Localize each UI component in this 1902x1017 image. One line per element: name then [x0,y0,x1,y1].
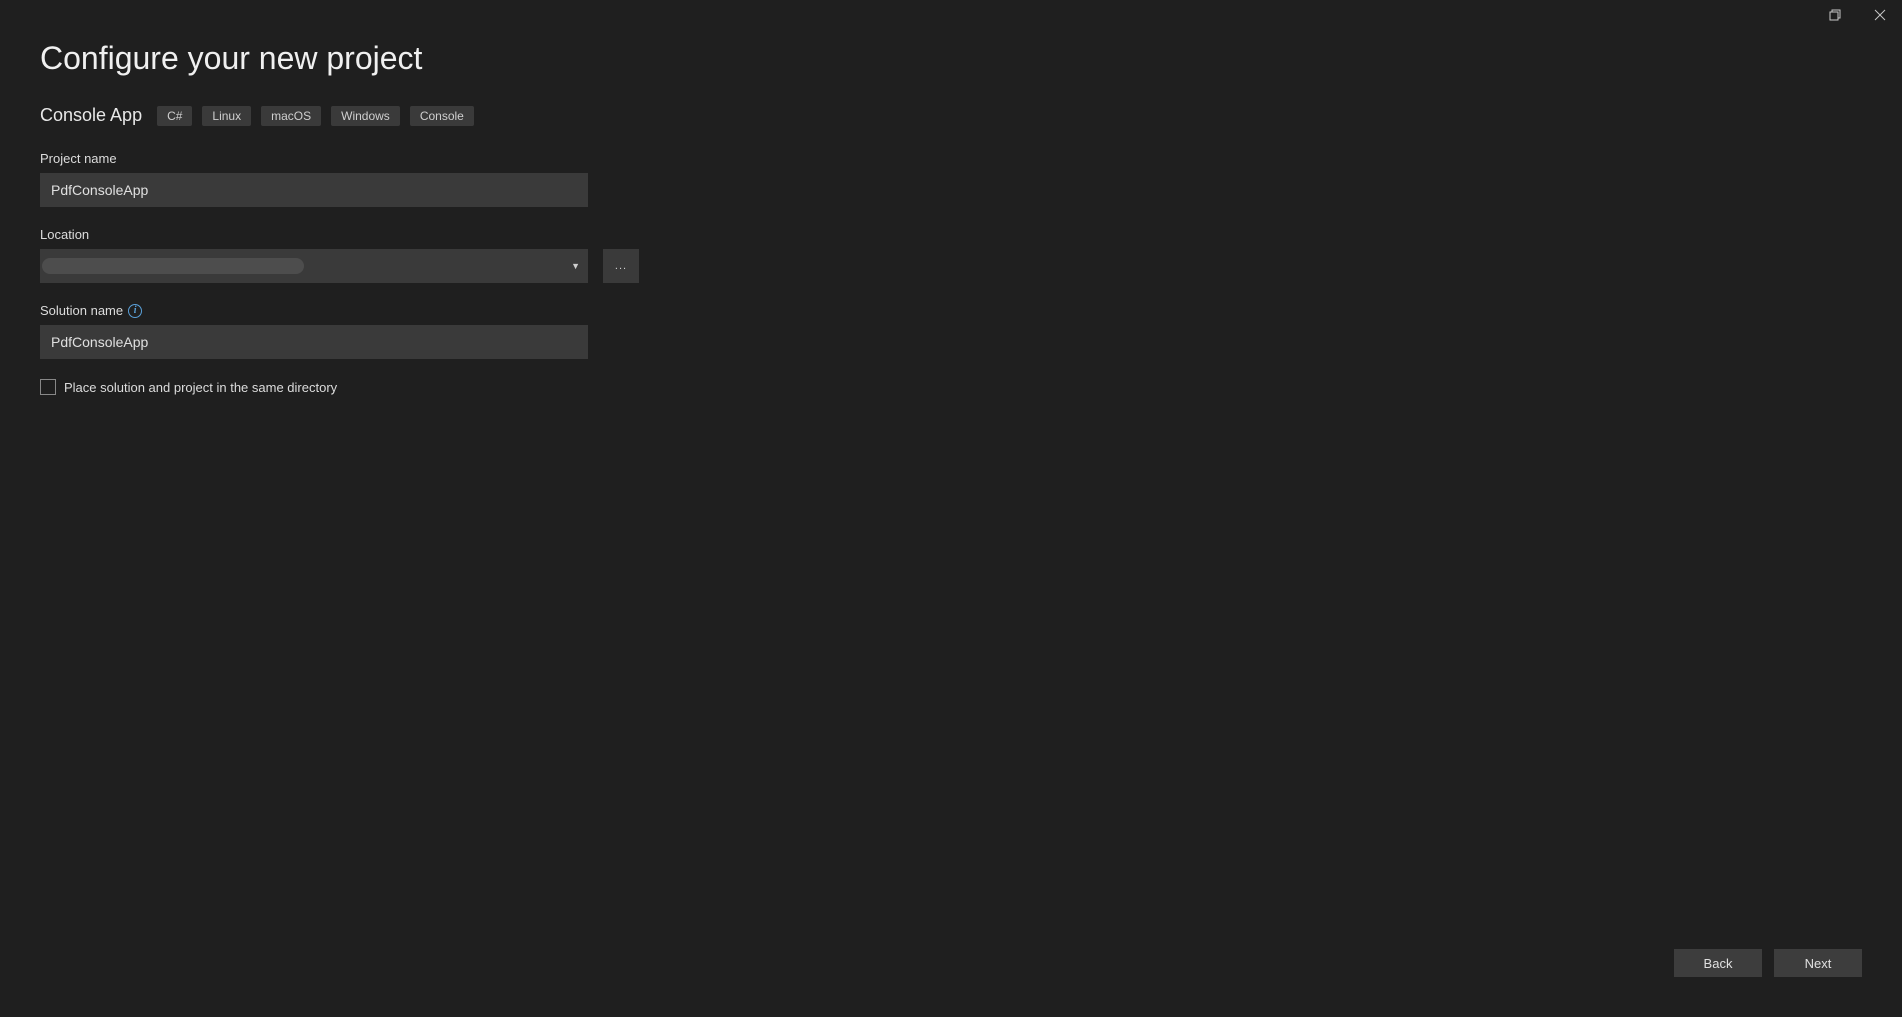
restore-icon [1829,9,1841,21]
template-row: Console App C# Linux macOS Windows Conso… [40,105,1862,126]
project-name-label: Project name [40,151,1862,166]
location-group: Location ▼ ... [40,227,1862,283]
same-directory-checkbox[interactable] [40,379,56,395]
tag-windows: Windows [331,106,400,126]
dialog-footer: Back Next [1674,949,1862,977]
solution-name-input[interactable] [40,325,588,359]
tag-csharp: C# [157,106,192,126]
window-controls [1812,0,1902,30]
dialog-content: Configure your new project Console App C… [0,0,1902,395]
location-redacted [42,258,304,274]
project-name-group: Project name [40,151,1862,207]
close-window-button[interactable] [1857,0,1902,30]
back-button[interactable]: Back [1674,949,1762,977]
solution-name-label-text: Solution name [40,303,123,318]
template-name: Console App [40,105,142,126]
solution-name-label: Solution name i [40,303,1862,318]
close-icon [1874,9,1886,21]
solution-name-group: Solution name i [40,303,1862,359]
tag-macos: macOS [261,106,321,126]
page-title: Configure your new project [40,40,1862,77]
same-directory-row: Place solution and project in the same d… [40,379,1862,395]
browse-location-button[interactable]: ... [603,249,639,283]
template-tags: C# Linux macOS Windows Console [157,106,474,126]
info-icon[interactable]: i [128,304,142,318]
location-label: Location [40,227,1862,242]
tag-linux: Linux [202,106,251,126]
same-directory-label[interactable]: Place solution and project in the same d… [64,380,337,395]
tag-console: Console [410,106,474,126]
restore-window-button[interactable] [1812,0,1857,30]
project-name-input[interactable] [40,173,588,207]
next-button[interactable]: Next [1774,949,1862,977]
